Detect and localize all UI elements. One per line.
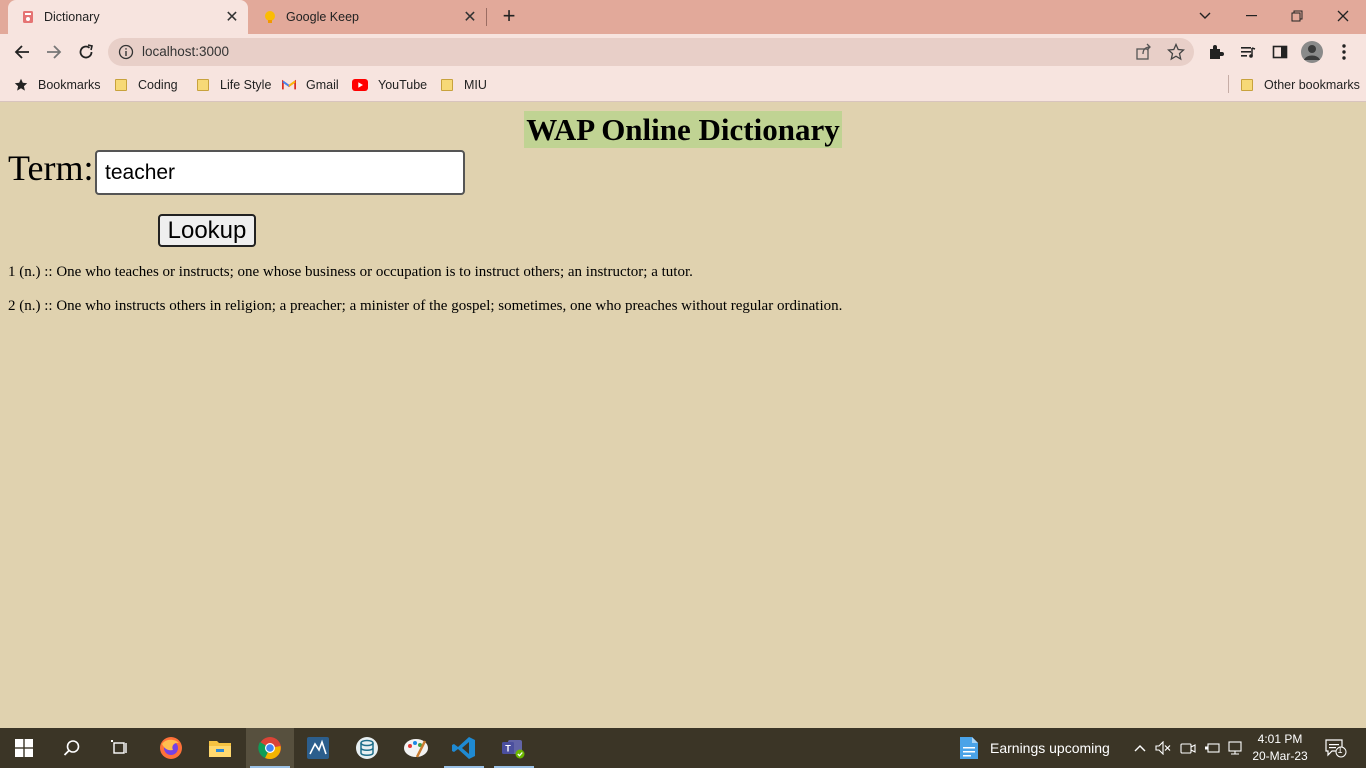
bookmarks-button[interactable]: Bookmarks bbox=[14, 76, 101, 94]
bookmark-youtube[interactable]: YouTube bbox=[352, 76, 427, 94]
weather-text: Earnings upcoming bbox=[990, 740, 1110, 756]
folder-icon bbox=[440, 78, 454, 92]
volume-muted-icon[interactable] bbox=[1154, 738, 1172, 758]
task-view-icon[interactable] bbox=[96, 728, 144, 768]
bookmark-label: YouTube bbox=[378, 78, 428, 92]
search-icon[interactable] bbox=[48, 728, 96, 768]
clock-date: 20-Mar-23 bbox=[1252, 749, 1308, 763]
youtube-icon bbox=[352, 78, 368, 92]
term-input[interactable] bbox=[95, 150, 465, 195]
close-tab-icon[interactable]: ✕ bbox=[222, 7, 242, 27]
close-window-icon[interactable] bbox=[1328, 3, 1358, 29]
definition-item: 2 (n.) :: One who instructs others in re… bbox=[8, 298, 843, 314]
bookmarks-separator bbox=[1228, 75, 1229, 93]
file-explorer-icon[interactable] bbox=[196, 728, 244, 768]
site-info-icon[interactable] bbox=[118, 44, 134, 60]
bookmark-label: Life Style bbox=[220, 78, 272, 92]
side-panel-icon[interactable] bbox=[1270, 42, 1290, 62]
forward-icon[interactable] bbox=[41, 39, 67, 65]
bookmark-label: MIU bbox=[464, 78, 487, 92]
folder-icon bbox=[196, 78, 210, 92]
notification-count: 1 bbox=[1337, 745, 1343, 755]
profile-avatar[interactable] bbox=[1301, 41, 1323, 63]
definition-item: 1 (n.) :: One who teaches or instructs; … bbox=[8, 264, 693, 280]
vscode-icon[interactable] bbox=[440, 728, 488, 768]
tab-search-chevron-icon[interactable] bbox=[1190, 3, 1220, 29]
heading-container: WAP Online Dictionary bbox=[0, 111, 1366, 148]
lookup-button[interactable]: Lookup bbox=[158, 214, 256, 247]
tab-title: Google Keep bbox=[286, 10, 359, 24]
svg-text:T: T bbox=[505, 744, 511, 754]
gmail-icon bbox=[282, 78, 296, 92]
network-icon[interactable] bbox=[1226, 738, 1244, 758]
new-tab-icon[interactable]: + bbox=[497, 5, 521, 29]
bookmark-star-icon[interactable] bbox=[1166, 42, 1186, 61]
chrome-icon[interactable] bbox=[246, 728, 294, 768]
weather-widget[interactable]: Earnings upcoming bbox=[958, 734, 1110, 762]
other-bookmarks[interactable]: Other bookmarks bbox=[1240, 76, 1360, 94]
folder-icon bbox=[1240, 78, 1254, 92]
news-icon bbox=[958, 736, 980, 760]
bookmark-gmail[interactable]: Gmail bbox=[282, 76, 339, 94]
google-keep-favicon bbox=[262, 9, 278, 25]
firefox-icon[interactable] bbox=[147, 728, 195, 768]
bookmark-label: Coding bbox=[138, 78, 178, 92]
star-icon bbox=[14, 78, 28, 92]
url-text: localhost:3000 bbox=[142, 44, 230, 59]
clock-time: 4:01 PM bbox=[1257, 732, 1303, 746]
show-hidden-icons-icon[interactable] bbox=[1131, 738, 1149, 758]
notifications-icon[interactable]: 1 bbox=[1324, 738, 1348, 758]
paint-icon[interactable] bbox=[392, 728, 440, 768]
close-tab-icon[interactable]: ✕ bbox=[460, 7, 480, 27]
media-control-icon[interactable] bbox=[1238, 42, 1258, 62]
folder-icon bbox=[114, 78, 128, 92]
reload-icon[interactable] bbox=[73, 39, 99, 65]
bookmark-label: Gmail bbox=[306, 78, 339, 92]
tab-title: Dictionary bbox=[44, 10, 100, 24]
meet-now-icon[interactable] bbox=[1179, 738, 1197, 758]
bookmark-coding[interactable]: Coding bbox=[114, 76, 178, 94]
bookmark-label: Other bookmarks bbox=[1264, 78, 1360, 92]
battery-icon[interactable] bbox=[1203, 738, 1221, 758]
bookmark-life-style[interactable]: Life Style bbox=[196, 76, 271, 94]
tab-google-keep[interactable]: Google Keep ✕ bbox=[250, 0, 486, 34]
restore-icon[interactable] bbox=[1282, 3, 1312, 29]
page-content: WAP Online Dictionary Term: Lookup 1 (n.… bbox=[0, 103, 1366, 728]
tab-separator bbox=[486, 8, 487, 26]
database-icon[interactable] bbox=[343, 728, 391, 768]
bookmark-miu[interactable]: MIU bbox=[440, 76, 487, 94]
mysql-workbench-icon[interactable] bbox=[294, 728, 342, 768]
address-bar[interactable]: localhost:3000 bbox=[108, 38, 1194, 66]
back-icon[interactable] bbox=[9, 39, 35, 65]
teams-icon[interactable]: T bbox=[490, 728, 538, 768]
minimize-icon[interactable] bbox=[1236, 3, 1266, 29]
share-icon[interactable] bbox=[1135, 43, 1153, 61]
start-icon[interactable] bbox=[0, 728, 48, 768]
menu-kebab-icon[interactable] bbox=[1334, 42, 1354, 62]
taskbar-clock[interactable]: 4:01 PM 20-Mar-23 bbox=[1248, 731, 1312, 765]
tab-dictionary[interactable]: Dictionary ✕ bbox=[8, 0, 248, 34]
term-label: Term: bbox=[8, 148, 94, 188]
dictionary-favicon bbox=[20, 9, 36, 25]
page-title: WAP Online Dictionary bbox=[524, 111, 842, 148]
extensions-icon[interactable] bbox=[1206, 42, 1226, 62]
bookmark-label: Bookmarks bbox=[38, 78, 101, 92]
